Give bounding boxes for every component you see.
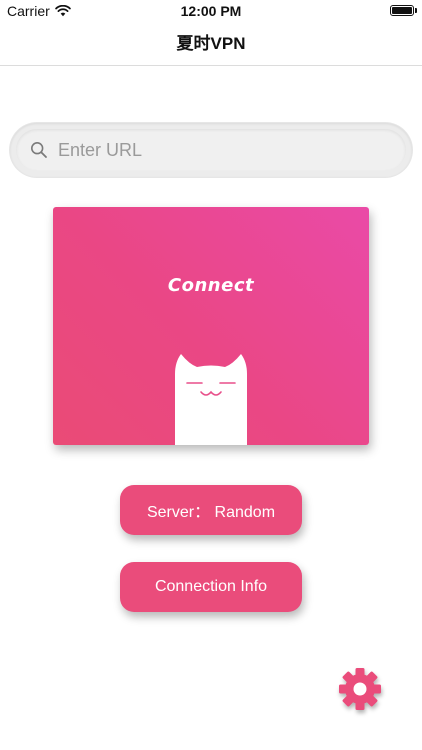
cat-mascot-icon xyxy=(175,354,247,445)
search-field-container[interactable] xyxy=(16,129,406,171)
page-title: 夏时VPN xyxy=(176,34,246,53)
battery-tip xyxy=(415,8,417,13)
url-input[interactable] xyxy=(56,138,390,162)
navigation-bar: 夏时VPN xyxy=(0,22,422,66)
connect-card[interactable]: Connect xyxy=(53,207,369,445)
search-bar xyxy=(10,123,412,177)
gear-icon xyxy=(339,668,381,710)
connection-info-button[interactable]: Connection Info xyxy=(120,562,302,612)
connect-label: Connect xyxy=(167,275,255,296)
status-bar: Carrier 12:00 PM xyxy=(0,0,422,22)
settings-button[interactable] xyxy=(336,665,384,713)
battery-level-fill xyxy=(392,7,412,14)
server-select-button[interactable]: Server： Random xyxy=(120,485,302,535)
search-icon xyxy=(30,141,47,158)
status-time: 12:00 PM xyxy=(180,3,242,19)
battery-icon xyxy=(390,5,414,16)
